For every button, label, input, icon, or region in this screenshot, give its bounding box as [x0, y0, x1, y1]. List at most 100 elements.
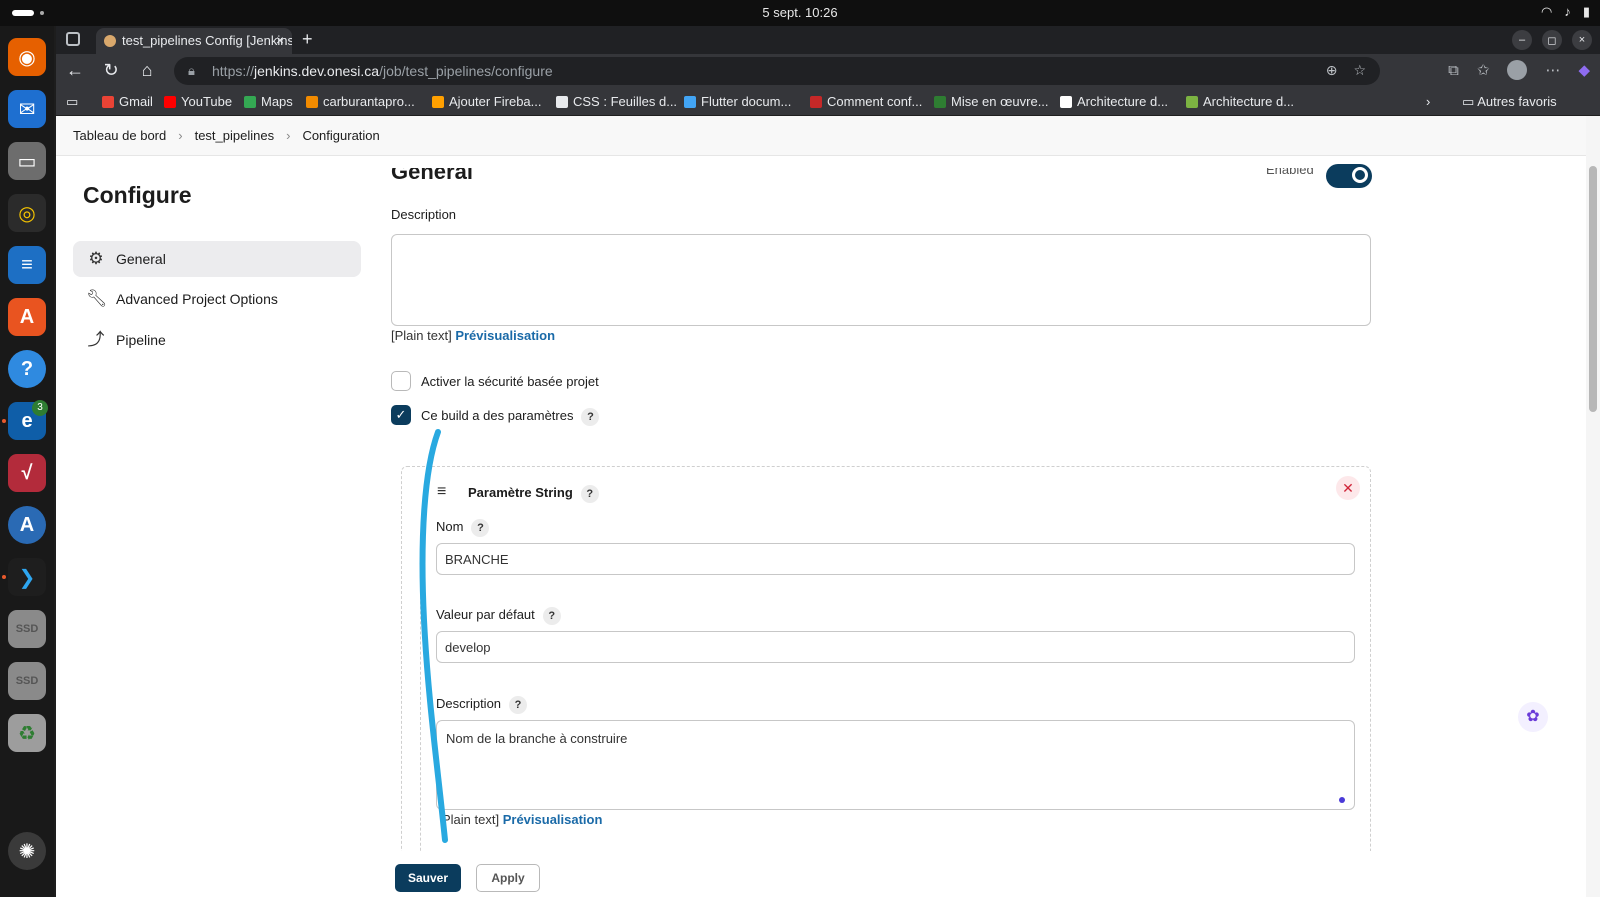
drag-handle-icon[interactable]: ≡ — [437, 483, 446, 501]
apply-button[interactable]: Apply — [476, 864, 540, 892]
home-icon[interactable]: ⌂ — [136, 60, 158, 81]
help-icon[interactable]: ? — [471, 519, 490, 537]
volume-icon[interactable]: ♪ — [1564, 4, 1571, 20]
remove-parameter-button[interactable]: ✕ — [1336, 476, 1360, 500]
system-tray[interactable]: ◠ ♪ ▮ — [1541, 4, 1590, 20]
breadcrumb-dashboard[interactable]: Tableau de bord — [73, 128, 166, 143]
firebase-icon — [432, 96, 444, 108]
app-center-icon[interactable]: A — [8, 298, 46, 336]
bookmark-item[interactable]: Architecture d... — [1060, 94, 1168, 109]
bookmark-item[interactable]: Comment conf... — [810, 94, 922, 109]
more-menu-icon[interactable]: ⋯ — [1545, 61, 1560, 79]
bookmark-item[interactable]: Gmail — [102, 94, 153, 109]
zoom-icon[interactable]: ⊕ — [1326, 62, 1338, 79]
bookmark-item[interactable]: Flutter docum... — [684, 94, 791, 109]
system-clock[interactable]: 5 sept. 10:26 — [0, 5, 1600, 20]
bookmark-item[interactable]: CSS : Feuilles d... — [556, 94, 677, 109]
bookmark-item[interactable]: Mise en œuvre... — [934, 94, 1049, 109]
scrollbar-thumb[interactable] — [1589, 166, 1597, 412]
files-icon[interactable]: ▭ — [8, 142, 46, 180]
bookmarks-overflow-icon[interactable]: › — [1426, 94, 1430, 109]
ssd-drive-icon[interactable]: SSD — [8, 662, 46, 700]
profile-avatar[interactable] — [1507, 60, 1528, 80]
parameterized-checkbox[interactable]: ✓ — [391, 405, 411, 425]
help-icon[interactable]: ? — [581, 408, 600, 426]
a-app-icon[interactable]: A — [8, 506, 46, 544]
bookmark-label: Mise en œuvre... — [951, 94, 1049, 109]
minimize-icon[interactable]: – — [1512, 30, 1532, 50]
pipeline-icon: ⤴ — [87, 330, 105, 349]
enabled-toggle[interactable] — [1326, 164, 1372, 188]
wrench-icon: 🔧︎ — [86, 289, 108, 308]
help-icon[interactable]: ? — [542, 607, 561, 625]
math-icon[interactable]: √ — [8, 454, 46, 492]
param-inner-border — [420, 546, 422, 896]
vertical-tabs-icon[interactable] — [66, 32, 80, 46]
running-indicator — [2, 419, 6, 423]
help-icon[interactable]: ? — [8, 350, 46, 388]
bookmark-item[interactable]: Maps — [244, 94, 293, 109]
copilot-icon[interactable]: ◆ — [1578, 61, 1590, 79]
description-textarea[interactable] — [391, 234, 1371, 326]
ssd-drive-icon[interactable]: SSD — [8, 610, 46, 648]
extensions-icon[interactable]: ⧉ — [1448, 62, 1459, 79]
bookmark-item[interactable]: Ajouter Fireba... — [432, 94, 542, 109]
sidebar-item-advanced[interactable]: 🔧︎ Advanced Project Options — [73, 281, 361, 317]
battery-icon[interactable]: ▮ — [1583, 4, 1590, 20]
firefox-icon[interactable]: ◉ — [8, 38, 46, 76]
bookmark-label: Maps — [261, 94, 293, 109]
other-bookmarks[interactable]: ▭ Autres favoris — [1462, 94, 1557, 110]
bookmark-icon — [1060, 96, 1072, 108]
param-description-textarea[interactable]: Nom de la branche à construire — [436, 720, 1355, 810]
bookmark-star-icon[interactable]: ☆ — [1353, 62, 1366, 79]
bookmark-icon — [934, 96, 946, 108]
new-tab-icon[interactable]: + — [302, 29, 313, 50]
reload-icon[interactable]: ↻ — [100, 60, 122, 81]
project-security-label[interactable]: Activer la sécurité basée projet — [421, 374, 599, 389]
trash-icon[interactable]: ♻ — [8, 714, 46, 752]
bookmark-item[interactable]: carburantapro... — [306, 94, 415, 109]
back-icon[interactable]: ← — [64, 60, 86, 81]
project-security-checkbox[interactable] — [391, 371, 411, 391]
site-info-icon[interactable]: 🔒︎ — [188, 63, 195, 79]
page-scrollbar[interactable] — [1586, 116, 1600, 897]
sidebar-item-pipeline[interactable]: ⤴ Pipeline — [73, 322, 361, 358]
maximize-icon[interactable]: ◻ — [1542, 30, 1562, 50]
vscode-icon[interactable]: ❯ — [8, 558, 46, 596]
favorites-icon[interactable]: ✩ — [1477, 61, 1490, 79]
breadcrumb-job[interactable]: test_pipelines — [195, 128, 275, 143]
sidebar-item-general[interactable]: ⚙ General — [73, 241, 361, 277]
ubuntu-show-apps-icon[interactable]: ✺ — [8, 832, 46, 870]
tab-strip: test_pipelines Config [Jenkins] × + – ◻ … — [56, 26, 1600, 54]
writer-icon[interactable]: ≡ — [8, 246, 46, 284]
plain-text-note: [Plain text] Prévisualisation — [391, 328, 555, 343]
save-button[interactable]: Sauver — [395, 864, 461, 892]
browser-tab[interactable]: test_pipelines Config [Jenkins] × — [96, 28, 292, 54]
bookmark-item[interactable]: YouTube — [164, 94, 232, 109]
url-path: /job/test_pipelines/configure — [379, 63, 553, 79]
wifi-icon[interactable]: ◠ — [1541, 4, 1552, 20]
tab-search-icon[interactable]: ▭ — [66, 94, 78, 110]
thunderbird-icon[interactable]: ✉ — [8, 90, 46, 128]
close-window-icon[interactable]: × — [1572, 30, 1592, 50]
rhythmbox-icon[interactable]: ◎ — [8, 194, 46, 232]
parameterized-label[interactable]: Ce build a des paramètres? — [421, 408, 600, 426]
name-label-text: Nom — [436, 519, 464, 534]
preview-link[interactable]: Prévisualisation — [503, 812, 603, 827]
checkmark-icon: ✓ — [395, 407, 407, 422]
bookmark-label: Comment conf... — [827, 94, 923, 109]
help-icon[interactable]: ? — [580, 485, 599, 503]
address-bar[interactable]: 🔒︎ https://jenkins.dev.onesi.ca/job/test… — [174, 57, 1380, 85]
floating-assistant-icon[interactable]: ✿ — [1518, 702, 1548, 732]
system-top-bar: 5 sept. 10:26 ◠ ♪ ▮ — [0, 0, 1600, 26]
bookmark-item[interactable]: Architecture d... — [1186, 94, 1294, 109]
breadcrumb-configuration[interactable]: Configuration — [302, 128, 379, 143]
tab-close-icon[interactable]: × — [276, 32, 284, 48]
section-heading-general: General — [391, 168, 473, 184]
default-value-input[interactable]: develop — [436, 631, 1355, 663]
sticky-action-bar: Sauver Apply — [56, 851, 1586, 897]
help-icon[interactable]: ? — [509, 696, 528, 714]
preview-link[interactable]: Prévisualisation — [455, 328, 555, 343]
name-input[interactable]: BRANCHE — [436, 543, 1355, 575]
running-indicator — [2, 575, 6, 579]
